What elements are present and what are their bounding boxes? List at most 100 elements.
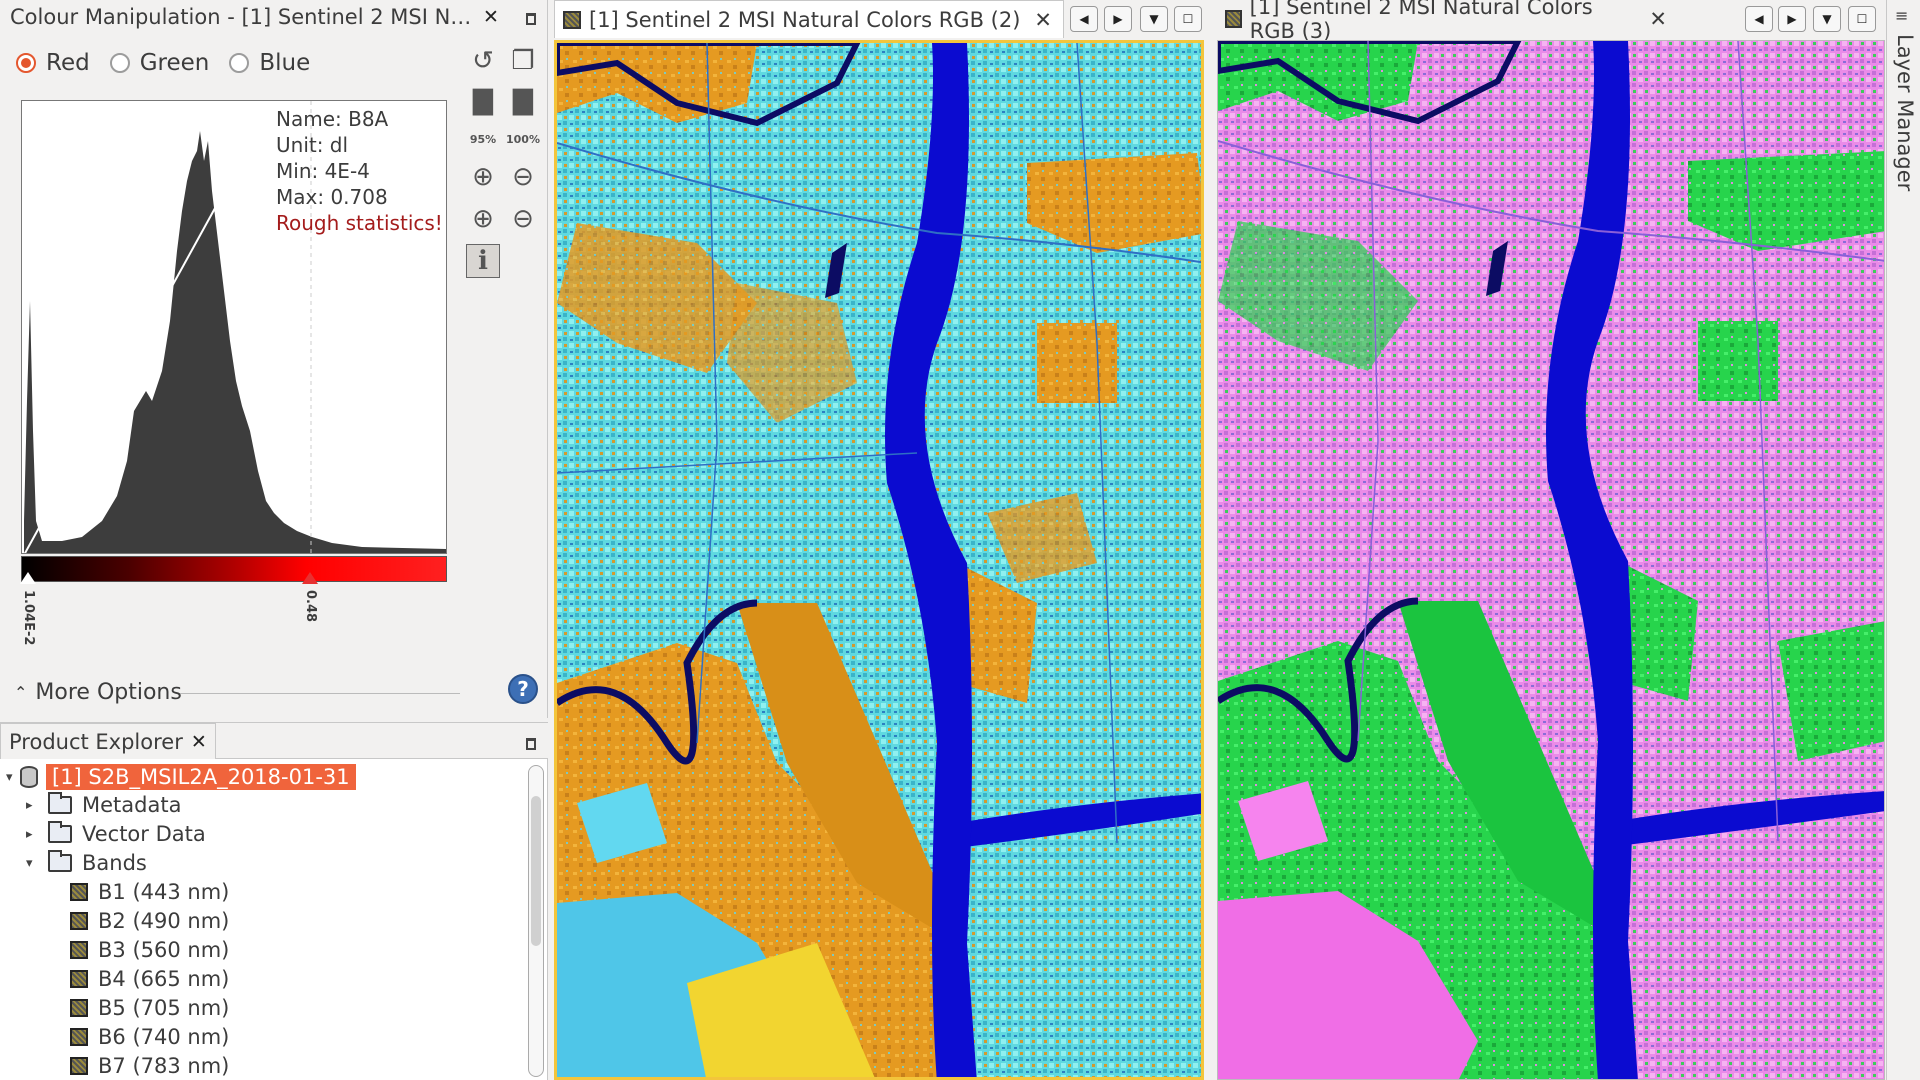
tree-node-vector-data[interactable]: ▸ Vector Data: [26, 820, 206, 848]
tree-band-b7[interactable]: B7 (783 nm): [70, 1052, 229, 1080]
zoom-95-label: 95%: [469, 132, 497, 146]
collapse-arrow-icon[interactable]: ▾: [6, 770, 20, 785]
scroll-tabs-right-button[interactable]: ▶: [1104, 6, 1132, 32]
band-label: B7 (783 nm): [98, 1054, 230, 1078]
band-label: B1 (443 nm): [98, 880, 230, 904]
close-icon[interactable]: ✕: [1649, 7, 1667, 31]
slider-max-handle[interactable]: [302, 572, 318, 584]
colour-manipulation-panel: Colour Manipulation - [1] Sentinel 2 MSI…: [0, 0, 548, 718]
colour-ramp[interactable]: [21, 556, 447, 582]
chevron-up-icon: ⌃: [14, 683, 28, 702]
node-label: Metadata: [82, 793, 182, 817]
band-label: B6 (740 nm): [98, 1025, 230, 1049]
tree-node-bands[interactable]: ▾ Bands: [26, 849, 147, 877]
slider-min-handle[interactable]: [20, 572, 36, 584]
satellite-image: [1218, 41, 1884, 1079]
help-icon[interactable]: ?: [508, 674, 538, 704]
more-options-label: More Options: [35, 680, 182, 705]
band-name: Name: B8A: [276, 107, 389, 131]
tree-band-b3[interactable]: B3 (560 nm): [70, 936, 229, 964]
band-label: B4 (665 nm): [98, 967, 230, 991]
radio-red[interactable]: Red: [16, 50, 90, 76]
radio-green[interactable]: Green: [109, 50, 209, 76]
close-icon[interactable]: ✕: [483, 6, 499, 28]
vertical-scrollbar[interactable]: [528, 765, 544, 1077]
band-icon: [70, 883, 88, 901]
view-tab-rgb-2[interactable]: [1] Sentinel 2 MSI Natural Colors RGB (2…: [554, 0, 1064, 38]
band-icon: [70, 1028, 88, 1046]
radio-label: Blue: [259, 50, 311, 76]
node-label: Bands: [82, 851, 147, 875]
close-icon[interactable]: ✕: [1034, 8, 1052, 32]
expand-arrow-icon[interactable]: ▸: [26, 798, 40, 813]
folder-icon: [48, 792, 72, 814]
tree-band-b5[interactable]: B5 (705 nm): [70, 994, 229, 1022]
tree-band-b6[interactable]: B6 (740 nm): [70, 1023, 229, 1051]
band-icon: [70, 1057, 88, 1075]
reset-icon[interactable]: ↺: [466, 44, 500, 78]
layer-icon: ≡: [1895, 6, 1909, 25]
tree-node-metadata[interactable]: ▸ Metadata: [26, 791, 181, 819]
radio-blue[interactable]: Blue: [229, 50, 310, 76]
tree-band-b1[interactable]: B1 (443 nm): [70, 878, 229, 906]
scrollbar-thumb[interactable]: [531, 796, 541, 946]
tree-product[interactable]: ▾ [1] S2B_MSIL2A_2018-01-31: [6, 763, 356, 791]
scroll-tabs-left-button[interactable]: ◀: [1070, 6, 1098, 32]
view-tab-rgb-3[interactable]: [1] Sentinel 2 MSI Natural Colors RGB (3…: [1217, 0, 1667, 43]
image-view-rgb-2[interactable]: [554, 40, 1204, 1080]
colour-manipulation-tab-title: Colour Manipulation - [1] Sentinel 2 MSI…: [10, 5, 475, 29]
colour-manipulation-tab[interactable]: Colour Manipulation - [1] Sentinel 2 MSI…: [0, 0, 500, 34]
rough-statistics-warning: Rough statistics!: [276, 211, 443, 235]
tab-list-button[interactable]: ▼: [1140, 6, 1168, 32]
product-icon: [20, 766, 38, 788]
minimize-button[interactable]: [520, 731, 542, 753]
radio-dot: [229, 53, 250, 73]
band-icon: [70, 941, 88, 959]
zoom-in-horizontal-icon[interactable]: ⊕: [466, 160, 500, 194]
band-label: B3 (560 nm): [98, 938, 230, 962]
info-icon[interactable]: ℹ: [466, 244, 500, 278]
band-label: B5 (705 nm): [98, 996, 230, 1020]
folder-icon: [48, 821, 72, 843]
layer-manager-tab[interactable]: Layer Manager: [1893, 34, 1917, 191]
zoom-95-button[interactable]: 95%: [466, 122, 500, 156]
import-icon[interactable]: ▇: [466, 84, 500, 118]
zoom-100-button[interactable]: 100%: [506, 122, 540, 156]
band-max: Max: 0.708: [276, 185, 388, 209]
slider-max-label: 0.48: [303, 590, 318, 623]
band-icon: [70, 999, 88, 1017]
product-explorer-tab-title: Product Explorer: [9, 729, 183, 754]
tree-band-b4[interactable]: B4 (665 nm): [70, 965, 229, 993]
image-view-rgb-3[interactable]: [1217, 40, 1885, 1080]
band-icon: [70, 970, 88, 988]
histogram-svg: [23, 101, 446, 553]
minimize-button[interactable]: [520, 6, 542, 28]
band-unit: Unit: dl: [276, 133, 349, 157]
zoom-out-vertical-icon[interactable]: ⊖: [506, 202, 540, 236]
zoom-out-horizontal-icon[interactable]: ⊖: [506, 160, 540, 194]
tab-list-button[interactable]: ▼: [1813, 6, 1841, 32]
radio-dot: [109, 53, 130, 73]
scroll-tabs-right-button[interactable]: ▶: [1778, 6, 1806, 32]
tree-band-b2[interactable]: B2 (490 nm): [70, 907, 229, 935]
folder-open-icon: [48, 850, 72, 872]
histogram-plot[interactable]: Name: B8A Unit: dl Min: 4E-4 Max: 0.708 …: [21, 100, 447, 554]
scroll-tabs-left-button[interactable]: ◀: [1745, 6, 1773, 32]
expand-arrow-icon[interactable]: ▸: [26, 827, 40, 842]
copy-icon[interactable]: ❐: [506, 44, 540, 78]
export-icon[interactable]: ▇: [506, 84, 540, 118]
zoom-in-vertical-icon[interactable]: ⊕: [466, 202, 500, 236]
slider-min-label: 1.04E-2: [21, 590, 36, 646]
band-label: B2 (490 nm): [98, 909, 230, 933]
collapse-arrow-icon[interactable]: ▾: [26, 856, 40, 871]
channel-radio-group: Red Green Blue: [16, 50, 310, 76]
radio-dot: [16, 53, 36, 73]
view-tab-title: [1] Sentinel 2 MSI Natural Colors RGB (3…: [1249, 0, 1593, 43]
maximize-button[interactable]: ☐: [1174, 6, 1202, 32]
more-options-toggle[interactable]: ⌃ More Options: [14, 680, 182, 705]
maximize-button[interactable]: ☐: [1848, 6, 1876, 32]
close-icon[interactable]: ✕: [191, 731, 207, 753]
band-icon: [70, 912, 88, 930]
layer-manager-sidebar: ≡ Layer Manager: [1886, 0, 1920, 1080]
product-explorer-tab[interactable]: Product Explorer ✕: [0, 723, 216, 759]
